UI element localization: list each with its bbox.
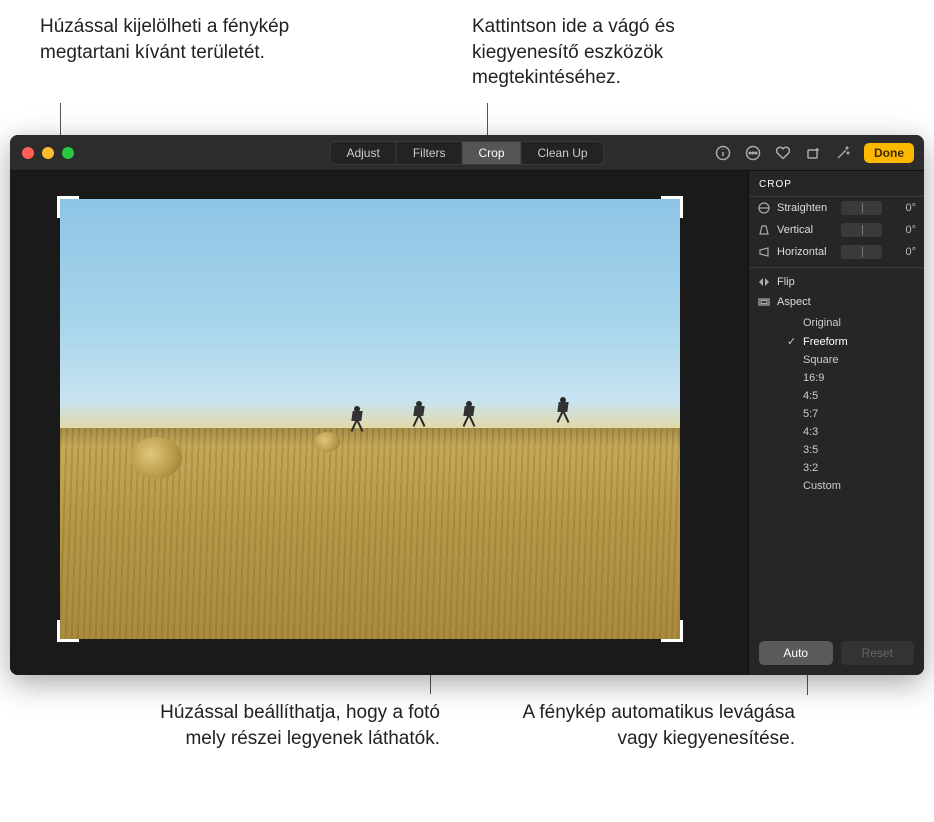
callout-crop-handle: Húzással kijelölheti a fénykép megtartan… [40,14,300,65]
done-button[interactable]: Done [864,143,914,163]
straighten-slider[interactable]: Straighten 0° [749,197,924,219]
aspect-custom[interactable]: Custom [779,477,924,495]
rotate-icon[interactable] [804,144,822,162]
aspect-4-3[interactable]: 4:3 [779,423,924,441]
photo-content [130,437,182,479]
vertical-label: Vertical [777,224,835,236]
photo-content [556,397,570,423]
close-window-button[interactable] [22,147,34,159]
callout-drag-photo: Húzással beállíthatja, hogy a fotó mely … [150,700,440,751]
straighten-label: Straighten [777,202,835,214]
aspect-4-5[interactable]: 4:5 [779,387,924,405]
auto-enhance-icon[interactable] [834,144,852,162]
titlebar: Adjust Filters Crop Clean Up Done [10,135,924,171]
aspect-option-label: 3:2 [803,462,818,474]
crop-handle-bottom-right[interactable] [661,620,683,642]
photo-content [462,401,476,427]
horizontal-value: 0° [888,246,916,258]
aspect-original[interactable]: Original [779,314,924,332]
panel-footer: Auto Reset [749,631,924,675]
slider-track[interactable] [841,201,882,215]
aspect-square[interactable]: Square [779,351,924,369]
crop-handle-bottom-left[interactable] [57,620,79,642]
editor-canvas-area [10,171,748,675]
auto-button[interactable]: Auto [759,641,833,665]
reset-button: Reset [841,641,915,665]
divider [749,267,924,268]
photo-content [412,401,426,427]
aspect-option-label: 4:5 [803,390,818,402]
aspect-5-7[interactable]: 5:7 [779,405,924,423]
horizontal-slider[interactable]: Horizontal 0° [749,241,924,263]
tab-crop[interactable]: Crop [462,142,521,164]
aspect-option-label: 4:3 [803,426,818,438]
flip-icon [757,276,771,288]
more-icon[interactable] [744,144,762,162]
flip-label: Flip [777,276,795,288]
maximize-window-button[interactable] [62,147,74,159]
callout-auto-button: A fénykép automatikus levágása vagy kieg… [495,700,795,751]
slider-track[interactable] [841,245,882,259]
flip-button[interactable]: Flip [749,272,924,292]
aspect-freeform[interactable]: ✓ Freeform [779,332,924,351]
crop-handle-top-right[interactable] [661,196,683,218]
aspect-option-label: Original [803,317,841,329]
photo-content [350,406,364,432]
slider-track[interactable] [841,223,882,237]
horizontal-label: Horizontal [777,246,835,258]
aspect-option-label: 5:7 [803,408,818,420]
aspect-option-label: Freeform [803,336,848,348]
toolbar-right: Done [714,143,914,163]
aspect-3-5[interactable]: 3:5 [779,441,924,459]
vertical-slider[interactable]: Vertical 0° [749,219,924,241]
aspect-header[interactable]: Aspect [749,292,924,312]
vertical-value: 0° [888,224,916,236]
horizontal-perspective-icon [757,246,771,258]
aspect-3-2[interactable]: 3:2 [779,459,924,477]
crop-panel-title: CROP [749,171,924,197]
straighten-value: 0° [888,202,916,214]
aspect-option-label: Custom [803,480,841,492]
aspect-option-label: Square [803,354,838,366]
crop-handle-top-left[interactable] [57,196,79,218]
straighten-icon [757,202,771,214]
callout-crop-tab: Kattintson ide a vágó és kiegyenesítő es… [472,14,772,91]
minimize-window-button[interactable] [42,147,54,159]
info-icon[interactable] [714,144,732,162]
vertical-perspective-icon [757,224,771,236]
window-controls [22,147,74,159]
photo-crop-area[interactable] [60,199,680,639]
tab-filters[interactable]: Filters [397,142,463,164]
editor-tabs: Adjust Filters Crop Clean Up [329,141,604,165]
aspect-16-9[interactable]: 16:9 [779,369,924,387]
aspect-option-label: 16:9 [803,372,824,384]
check-icon: ✓ [787,335,797,348]
photos-editor-window: Adjust Filters Crop Clean Up Done [10,135,924,675]
aspect-list: Original ✓ Freeform Square 16:9 4:5 5:7 4… [749,312,924,497]
tab-adjust[interactable]: Adjust [330,142,396,164]
aspect-label: Aspect [777,296,811,308]
crop-panel: CROP Straighten 0° Vertical 0° Horizonta… [748,171,924,675]
favorite-icon[interactable] [774,144,792,162]
aspect-icon [757,296,771,308]
tab-cleanup[interactable]: Clean Up [522,142,604,164]
aspect-option-label: 3:5 [803,444,818,456]
